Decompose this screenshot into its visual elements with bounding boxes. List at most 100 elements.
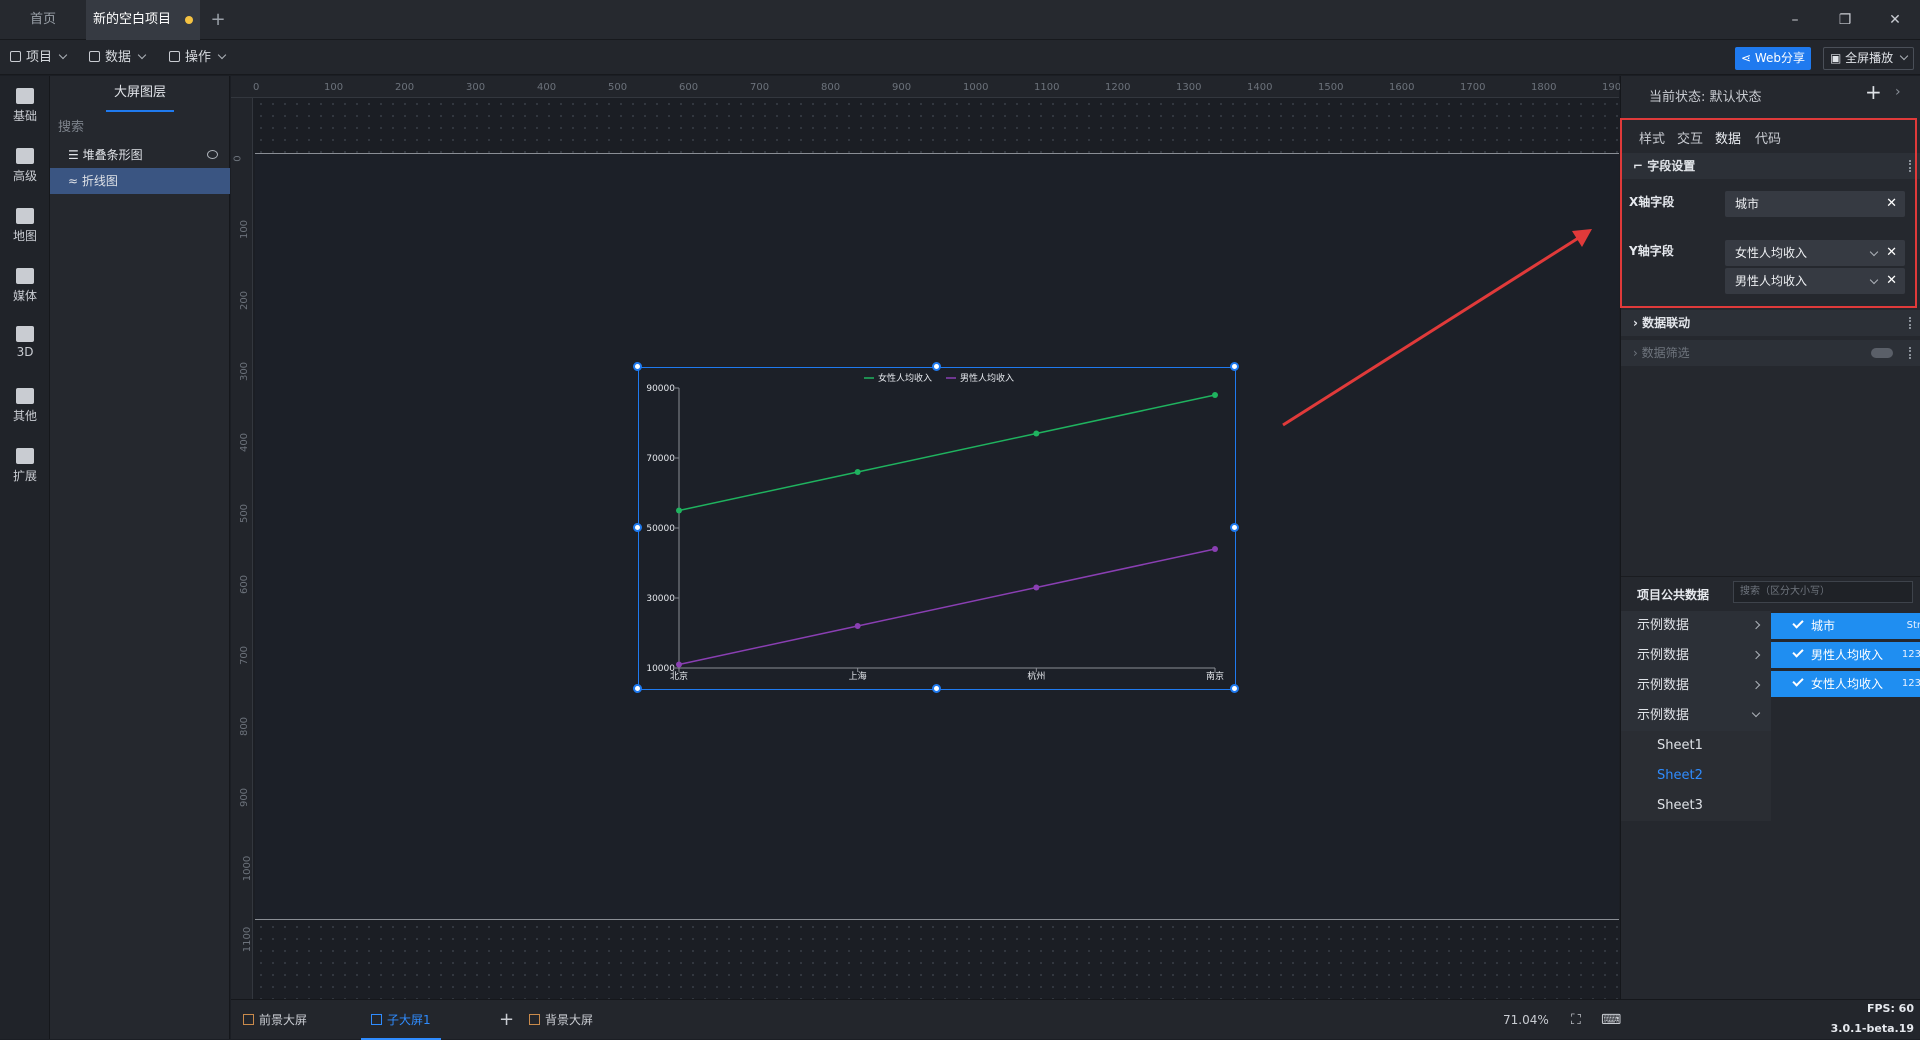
category-3d[interactable]: 3D (0, 326, 50, 359)
ruler-tick-label: 400 (537, 82, 557, 93)
ruler-tick-label: 1700 (1460, 82, 1486, 93)
legend-label: 男性人均收入 (960, 372, 1014, 384)
sheet-item[interactable]: Sheet1 (1621, 731, 1771, 761)
chevron-down-icon (1751, 708, 1761, 718)
category-media[interactable]: 媒体 (0, 268, 50, 304)
dataset-item-expanded[interactable]: 示例数据 (1621, 701, 1771, 731)
dataset-item[interactable]: 示例数据 (1621, 671, 1771, 701)
fullscreen-button[interactable]: ▣ 全屏播放 (1823, 47, 1915, 70)
ruler-tick-label: 900 (892, 82, 912, 93)
series-line (678, 548, 1216, 666)
layer-item-selected[interactable]: ≈ 折线图 (50, 168, 230, 194)
category-extend[interactable]: 扩展 (0, 448, 50, 484)
data-linkage-header[interactable]: › 数据联动 (1621, 310, 1920, 336)
state-value[interactable]: 默认状态 (1710, 90, 1762, 105)
category-basic[interactable]: 基础 (0, 88, 50, 124)
bar-chart-icon (16, 88, 34, 104)
chevron-right-icon: › (1633, 346, 1642, 360)
tab-home[interactable]: 首页 (0, 0, 86, 40)
ruler-tick-label: 1400 (1247, 82, 1273, 93)
fit-screen-icon[interactable]: ⛶ (1571, 1000, 1581, 1040)
tab-new-project[interactable]: 新的空白项目 (86, 0, 200, 40)
dataset-item[interactable]: 示例数据 (1621, 611, 1771, 641)
canvas-margin-bottom (255, 921, 1619, 999)
annotation-arrow (1282, 229, 1592, 427)
column-item[interactable]: 男性人均收入 123 (1771, 642, 1920, 668)
project-menu[interactable]: 项目 (10, 40, 68, 75)
screen-icon (371, 1014, 382, 1025)
category-advanced[interactable]: 高级 (0, 148, 50, 184)
resize-handle[interactable] (932, 684, 941, 693)
resize-handle[interactable] (633, 362, 642, 371)
ruler-tick-label: 700 (750, 82, 770, 93)
screen-icon (243, 1014, 254, 1025)
resize-handle[interactable] (633, 523, 642, 532)
minimize-icon[interactable]: – (1770, 0, 1820, 40)
column-item[interactable]: 城市 Str (1771, 613, 1920, 639)
category-other-label: 其他 (12, 409, 37, 423)
background-screen-tab[interactable]: 背景大屏 (529, 1000, 593, 1040)
dataset-label: 示例数据 (1637, 678, 1690, 693)
file-icon (10, 51, 21, 62)
data-menu-label: 数据 (105, 50, 132, 65)
state-label: 当前状态: (1649, 90, 1706, 105)
check-icon (1792, 617, 1804, 629)
resize-handle[interactable] (932, 362, 941, 371)
foreground-screen-tab[interactable]: 前景大屏 (243, 1000, 307, 1040)
grid-icon (169, 51, 180, 62)
arrow-head (1572, 229, 1592, 247)
category-other[interactable]: 其他 (0, 388, 50, 424)
category-map[interactable]: 地图 (0, 208, 50, 244)
more-icon[interactable] (1909, 317, 1911, 329)
background-tab-label: 背景大屏 (545, 1013, 594, 1027)
canvas-margin-top (255, 98, 1619, 153)
zoom-level[interactable]: 71.04% (1503, 1000, 1549, 1040)
add-tab-icon[interactable]: + (206, 0, 230, 40)
add-state-icon[interactable]: + (1865, 80, 1882, 104)
resize-handle[interactable] (633, 684, 642, 693)
layer-search-input[interactable]: 搜索 (58, 116, 222, 140)
title-tab-bar: 首页 新的空白项目 + – ❐ ✕ (0, 0, 1920, 40)
resize-handle[interactable] (1230, 362, 1239, 371)
resize-handle[interactable] (1230, 684, 1239, 693)
ruler-tick-label: 200 (239, 290, 251, 311)
column-item[interactable]: 女性人均收入 123 (1771, 671, 1920, 697)
data-point (1212, 392, 1218, 398)
series-line (678, 394, 1216, 512)
operate-menu[interactable]: 操作 (169, 40, 227, 75)
filter-toggle[interactable] (1871, 348, 1893, 358)
operate-menu-label: 操作 (185, 50, 212, 65)
chevron-right-icon[interactable]: › (1895, 84, 1901, 100)
keyboard-icon[interactable]: ⌨ (1601, 1000, 1621, 1040)
sheet-item-selected[interactable]: Sheet2 (1621, 761, 1771, 791)
sheet-item[interactable]: Sheet3 (1621, 791, 1771, 821)
crown-icon (16, 148, 34, 164)
ruler-tick-label: 1000 (242, 855, 254, 882)
chevron-down-icon (137, 50, 147, 60)
eye-hidden-icon[interactable] (207, 150, 218, 159)
fps-counter: FPS: 60 (1866, 1002, 1914, 1015)
public-data-search-input[interactable]: 搜索（区分大小写） (1733, 581, 1913, 603)
add-screen-icon[interactable]: + (499, 1000, 514, 1040)
line-chart-component[interactable]: 10000 30000 50000 70000 90000 北京 上海 杭州 南京 女性人均收入男… (633, 362, 1239, 693)
restore-icon[interactable]: ❐ (1820, 0, 1870, 40)
legend-label: 女性人均收入 (878, 372, 932, 384)
layer-panel-title[interactable]: 大屏图层 (50, 76, 230, 112)
database-icon (89, 51, 100, 62)
ruler-tick-label: 0 (232, 155, 244, 162)
data-menu[interactable]: 数据 (89, 40, 147, 75)
ruler-tick-label: 100 (239, 219, 251, 240)
list-icon (16, 388, 34, 404)
web-share-button[interactable]: ⋖ Web分享 (1735, 47, 1812, 70)
ruler-tick-label: 600 (679, 82, 699, 93)
data-filter-header[interactable]: › 数据筛选 (1621, 340, 1920, 366)
dataset-item[interactable]: 示例数据 (1621, 641, 1771, 671)
layer-item[interactable]: ☰ 堆叠条形图 (50, 142, 230, 168)
sub-screen-tab[interactable]: 子大屏1 (361, 1000, 441, 1040)
ruler-tick-label: 1300 (1176, 82, 1202, 93)
layer-item-label: 堆叠条形图 (82, 148, 143, 162)
more-icon[interactable] (1909, 347, 1911, 359)
close-icon[interactable]: ✕ (1870, 0, 1920, 40)
resize-handle[interactable] (1230, 523, 1239, 532)
fullscreen-icon: ▣ (1830, 51, 1846, 65)
